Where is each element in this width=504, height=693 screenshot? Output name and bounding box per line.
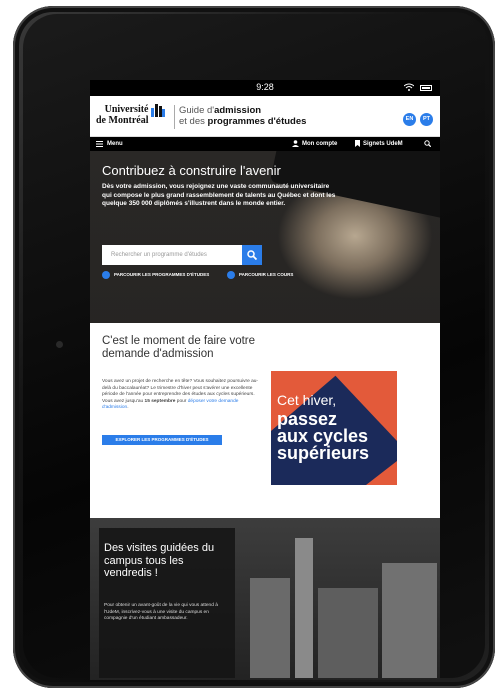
guide-l2-a: et des	[179, 116, 208, 127]
chevron-right-icon	[102, 271, 110, 279]
tablet-screen: 9:28 Université de Montréal Guide d'admi…	[90, 80, 440, 680]
browse-programs-link[interactable]: PARCOURIR LES PROGRAMMES D'ÉTUDES	[114, 272, 209, 277]
udem-logo-icon	[151, 104, 165, 117]
logo-line2: de Montréal	[96, 115, 149, 126]
hero-title: Contribuez à construire l'avenir	[102, 163, 281, 178]
campus-tour-section: Des visites guidées du campus tous les v…	[90, 518, 440, 680]
battery-icon	[420, 85, 432, 91]
admission-title: C'est le moment de faire votre demande d…	[102, 335, 256, 360]
site-header: Université de Montréal Guide d'admission…	[90, 96, 440, 137]
nav-bar: Menu Mon compte Signets UdeM	[90, 137, 440, 151]
wifi-icon	[404, 83, 414, 91]
guide-l1-b: admission	[214, 105, 262, 116]
user-icon	[292, 140, 299, 147]
browse-courses-link[interactable]: PARCOURIR LES COURS	[239, 272, 293, 277]
guide-title: Guide d'admission et des programmes d'ét…	[179, 105, 306, 127]
hamburger-icon[interactable]	[96, 141, 103, 147]
university-logo[interactable]: Université de Montréal	[96, 104, 149, 126]
campus-building-image	[250, 578, 290, 678]
status-time: 9:28	[256, 82, 274, 92]
admission-section: C'est le moment de faire votre demande d…	[90, 323, 440, 518]
bookmark-icon	[355, 140, 360, 147]
campus-building-image	[318, 588, 378, 678]
chevron-right-icon	[227, 271, 235, 279]
admission-text: Vous avez un projet de recherche en tête…	[102, 379, 262, 412]
search-icon	[247, 250, 257, 260]
admission-text-c: .	[127, 405, 129, 410]
lang-pt-button[interactable]: PT	[420, 113, 433, 126]
logo-line1: Université	[104, 104, 149, 115]
bookmarks-link[interactable]: Signets UdeM	[363, 141, 403, 147]
admission-date: 15 septembre	[144, 398, 176, 404]
promo-line4: supérieurs	[277, 443, 370, 463]
guide-l1-a: Guide d'	[179, 105, 215, 116]
status-bar: 9:28	[90, 80, 440, 96]
header-divider	[174, 105, 175, 129]
camera-icon	[56, 341, 63, 348]
promo-line1: Cet hiver,	[277, 392, 337, 408]
campus-title: Des visites guidées du campus tous les v…	[104, 542, 215, 579]
campus-text: Pour obtenir un avant-goût de la vie qui…	[104, 603, 218, 621]
campus-tower-image	[295, 538, 313, 678]
winter-promo-banner[interactable]: Cet hiver, passez aux cycles supérieurs	[271, 371, 397, 485]
search-button[interactable]	[242, 245, 262, 265]
program-search-input[interactable]: Rechercher un programme d'études	[102, 245, 242, 265]
search-icon[interactable]	[424, 140, 431, 147]
explore-programs-button[interactable]: EXPLORER LES PROGRAMMES D'ÉTUDES	[102, 435, 222, 445]
admission-text-b: pour	[175, 398, 188, 404]
menu-button[interactable]: Menu	[107, 141, 123, 147]
campus-building-image	[382, 563, 437, 678]
hero-section: Contribuez à construire l'avenir Dès vot…	[90, 151, 440, 323]
lang-en-button[interactable]: EN	[403, 113, 416, 126]
my-account-link[interactable]: Mon compte	[302, 141, 337, 147]
guide-l2-b: programmes d'études	[207, 116, 307, 127]
hero-text: Dès votre admission, vous rejoignez une …	[102, 183, 336, 207]
